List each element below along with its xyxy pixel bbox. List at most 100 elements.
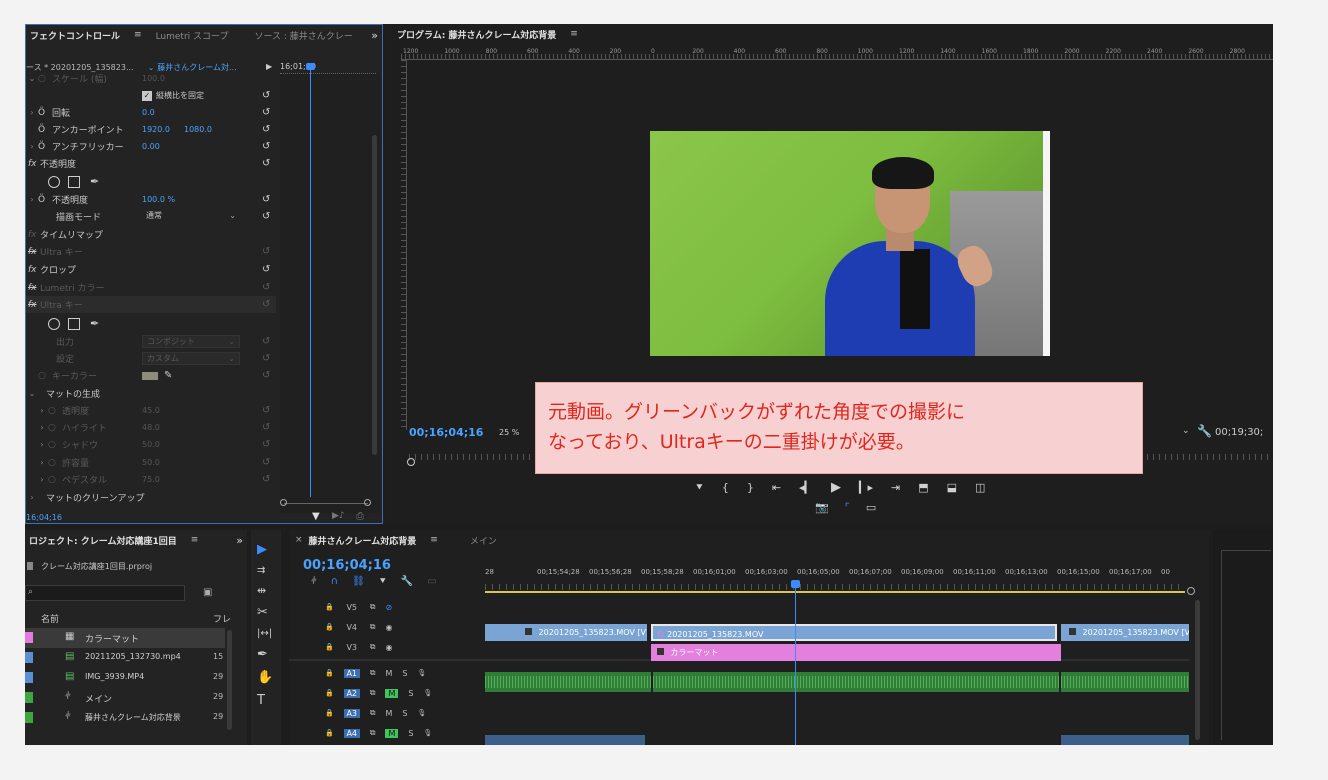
highlight-value[interactable]: 48.0 (142, 423, 160, 432)
timeline-timecode[interactable]: 00;16;04;16 (303, 558, 391, 573)
crop-row[interactable]: fx クロップ ↺ (26, 261, 276, 278)
ultra-key-1-row[interactable]: fx Ultra キー ↺ (26, 243, 276, 260)
project-search-input[interactable]: ⌕ (25, 585, 185, 601)
stopwatch-icon[interactable]: ○ (48, 406, 62, 416)
microphone-icon[interactable]: 🎙 (417, 709, 426, 717)
reset-icon[interactable]: ↺ (262, 405, 270, 416)
reset-icon[interactable]: ↺ (262, 439, 270, 450)
safe-margins-icon[interactable]: ⌜ (845, 501, 850, 514)
video-frame[interactable] (650, 131, 1050, 356)
camera-icon[interactable]: 📷 (815, 501, 829, 514)
stopwatch-icon[interactable]: ○ (48, 423, 62, 433)
audio-clip-a1[interactable] (485, 672, 1189, 692)
more-tabs-icon[interactable]: » (236, 534, 243, 547)
step-back-icon[interactable]: ◂▎ (799, 481, 813, 494)
checkbox-checked-icon[interactable]: ✓ (142, 90, 152, 101)
list-item[interactable]: ⫩ メイン 29 (25, 688, 225, 708)
rotation-value[interactable]: 0.0 (142, 108, 155, 117)
audio-clip-a4-b[interactable] (1061, 735, 1189, 745)
pen-mask-icon[interactable]: ✒ (90, 175, 99, 188)
play-audio-icon[interactable]: ▶♪ (332, 511, 345, 521)
linked-selection-icon[interactable]: ⛓ (352, 576, 365, 587)
eye-icon[interactable]: ◉ (385, 643, 392, 652)
track-name[interactable]: V4 (344, 623, 360, 632)
column-fps[interactable]: フレ (213, 612, 231, 625)
stopwatch-icon[interactable]: Ö (38, 125, 52, 135)
pen-tool-icon[interactable]: ✒ (257, 647, 273, 662)
fx-icon[interactable]: fx (26, 265, 40, 275)
lock-icon[interactable]: 🔒 (325, 623, 334, 631)
program-title[interactable]: プログラム: 藤井さんクレーム対応背景 (397, 28, 556, 41)
matte-gen-row[interactable]: ⌄ マットの生成 (26, 385, 276, 402)
razor-tool-icon[interactable]: ✂ (257, 605, 273, 620)
new-bin-icon[interactable]: ▣ (203, 587, 212, 598)
rectangle-mask-icon[interactable] (68, 175, 80, 188)
reset-icon[interactable]: ↺ (262, 264, 270, 275)
microphone-icon[interactable]: 🎙 (417, 669, 426, 677)
stopwatch-icon[interactable]: Ö (38, 108, 52, 118)
list-item[interactable]: ▦ カラーマット (25, 628, 225, 648)
clip-v3-color-matte[interactable]: カラーマット (651, 644, 1061, 661)
lock-icon[interactable]: 🔒 (325, 709, 334, 717)
track-name[interactable]: A3 (343, 708, 360, 718)
tab-main[interactable]: メイン (470, 534, 497, 547)
stopwatch-icon[interactable]: ○ (48, 458, 62, 468)
work-area-end-handle[interactable] (1187, 587, 1195, 595)
time-remap-row[interactable]: fx タイムリマップ (26, 226, 276, 243)
fx-icon[interactable]: fx (26, 159, 40, 169)
opacity-value[interactable]: 100.0 % (142, 195, 175, 204)
reset-icon[interactable]: ↺ (262, 282, 270, 293)
track-name[interactable]: A1 (343, 668, 360, 678)
track-name[interactable]: V5 (344, 603, 360, 612)
timeline-scrollbar[interactable] (1195, 600, 1200, 740)
compare-icon[interactable]: ◫ (975, 481, 985, 494)
anchor-y-value[interactable]: 1080.0 (184, 125, 212, 134)
stopwatch-icon[interactable]: Ö (38, 195, 52, 205)
wrench-icon[interactable]: 🔧 (401, 576, 413, 587)
mark-in-icon[interactable]: { (722, 481, 729, 494)
lock-icon[interactable]: 🔒 (325, 643, 334, 651)
sync-lock-icon[interactable]: ⧉ (370, 642, 376, 652)
reset-icon[interactable]: ↺ (262, 211, 270, 222)
sync-lock-icon[interactable]: ⧉ (370, 602, 376, 612)
tolerance-value[interactable]: 50.0 (142, 458, 160, 467)
shadow-value[interactable]: 50.0 (142, 440, 160, 449)
program-menu-icon[interactable]: ≡ (570, 29, 578, 39)
fx-disabled-icon[interactable]: fx (26, 283, 40, 293)
audio-clip-a4-a[interactable] (485, 735, 645, 745)
timeline-playhead-handle[interactable] (791, 580, 800, 588)
scrollbar[interactable] (372, 135, 377, 455)
timeline-playhead[interactable] (795, 582, 796, 745)
tab-sequence[interactable]: 藤井さんクレーム対応背景 (309, 534, 417, 547)
fx-disabled-icon[interactable]: fx (26, 247, 40, 257)
tab-lumetri-scopes[interactable]: Lumetri スコープ (156, 29, 229, 42)
fx-icon[interactable]: fx (26, 230, 40, 240)
lock-icon[interactable]: 🔒 (325, 603, 334, 611)
reset-icon[interactable]: ↺ (262, 422, 270, 433)
transparency-value[interactable]: 45.0 (142, 406, 160, 415)
ellipse-mask-icon[interactable] (48, 175, 60, 188)
sync-lock-icon[interactable]: ⧉ (370, 708, 376, 718)
close-tab-icon[interactable]: × (295, 535, 303, 545)
filter-icon[interactable]: ▼ (312, 511, 320, 522)
track-select-icon[interactable]: ⇉ (257, 565, 273, 576)
clip-v4-b[interactable]: fx 20201205_135823.MOV (651, 624, 1057, 641)
nest-icon[interactable]: ⫩ (311, 576, 317, 587)
opacity-section-row[interactable]: fx 不透明度 ↺ (26, 155, 276, 172)
antiflicker-value[interactable]: 0.00 (142, 142, 160, 151)
extract-icon[interactable]: ⬓ (947, 481, 957, 494)
reset-icon[interactable]: ↺ (262, 90, 270, 101)
ripple-edit-icon[interactable]: ⇹ (257, 584, 273, 597)
scale-value[interactable]: 100.0 (142, 74, 165, 83)
reset-icon[interactable]: ↺ (262, 141, 270, 152)
type-tool-icon[interactable]: T (257, 693, 273, 708)
vr-video-icon[interactable]: ▭ (866, 501, 876, 514)
project-title[interactable]: ロジェクト: クレーム対応講座1回目 (29, 534, 177, 547)
tab-menu-icon[interactable]: ≡ (134, 30, 142, 40)
zoom-level[interactable]: 25 % (499, 428, 519, 437)
mini-playhead-handle[interactable] (306, 63, 315, 70)
reset-icon[interactable]: ↺ (262, 336, 270, 347)
play-icon[interactable]: ▶ (831, 480, 841, 495)
microphone-icon[interactable]: 🎙 (423, 689, 432, 697)
solo-button[interactable]: S (402, 669, 407, 678)
